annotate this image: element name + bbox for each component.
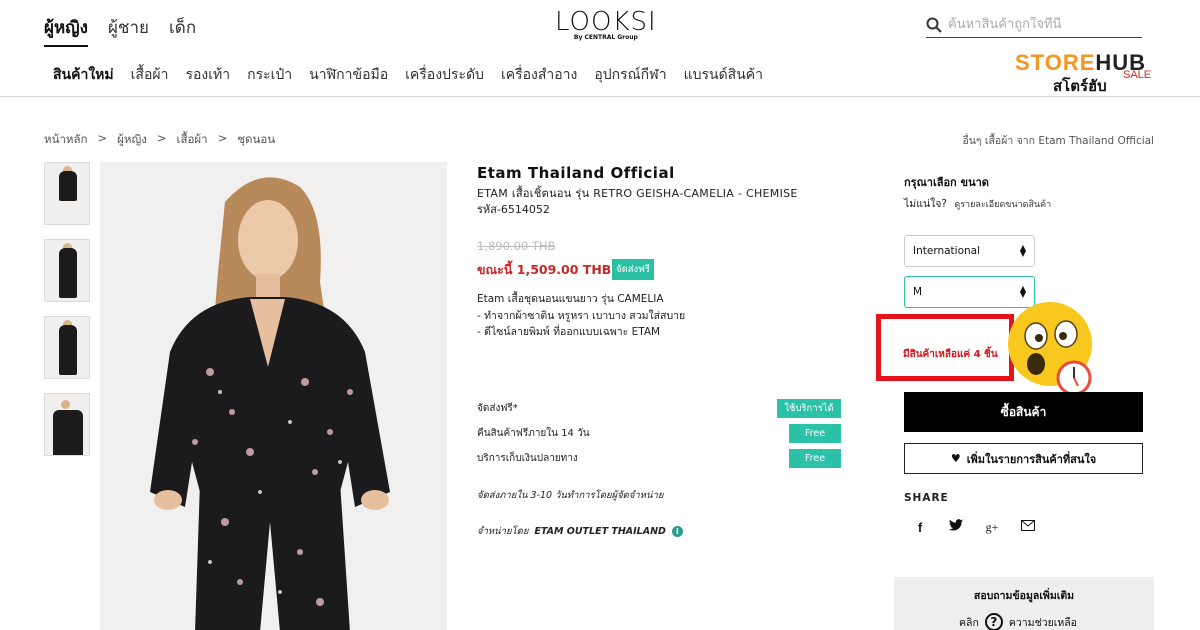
- storehub-sale: SALE: [1123, 69, 1152, 81]
- size-system-value: International: [913, 245, 981, 257]
- select-arrows-icon: ▲ ▼: [1019, 284, 1026, 299]
- product-image[interactable]: [100, 162, 447, 630]
- nav-shoes[interactable]: รองเท้า: [185, 64, 230, 86]
- facebook-icon[interactable]: f: [912, 520, 928, 535]
- search-bar: [926, 12, 1142, 38]
- nav-watches[interactable]: นาฬิกาข้อมือ: [309, 64, 388, 86]
- service-row: บริการเก็บเงินปลายทาง Free: [477, 446, 841, 471]
- tab-women[interactable]: ผู้หญิง: [44, 14, 88, 47]
- header-divider: [0, 96, 1200, 97]
- logo-wordmark: LOOKSI: [555, 7, 657, 37]
- size-help: ไม่แน่ใจ? ดูรายละเอียดขนาดสินค้า: [904, 195, 1051, 212]
- question-icon: ?: [984, 613, 1003, 630]
- select-arrows-icon: ▲ ▼: [1019, 243, 1026, 258]
- email-icon[interactable]: [1020, 519, 1036, 535]
- service-row: คืนสินค้าฟรีภายใน 14 วัน Free: [477, 421, 841, 446]
- nav-new-arrivals[interactable]: สินค้าใหม่: [53, 64, 114, 86]
- nav-cosmetics[interactable]: เครื่องสำอาง: [501, 64, 577, 86]
- nav-bags[interactable]: กระเป๋า: [247, 64, 292, 86]
- breadcrumb-home[interactable]: หน้าหลัก: [44, 131, 88, 149]
- seller-info: จำหน่ายโดย ETAM OUTLET THAILAND i: [477, 524, 683, 539]
- service-label: บริการเก็บเงินปลายทาง: [477, 453, 578, 464]
- site-logo[interactable]: LOOKSI By CENTRAL Group: [555, 8, 657, 41]
- storehub-word-store: STORE: [1015, 50, 1096, 75]
- thumbnail-2[interactable]: [44, 239, 90, 302]
- shocked-emoji-icon: [1008, 302, 1092, 396]
- storehub-logo: STOREHUB SALE สโตร์ฮับ: [1015, 50, 1151, 95]
- tab-men[interactable]: ผู้ชาย: [108, 14, 149, 47]
- google-plus-icon[interactable]: g+: [984, 520, 1000, 535]
- service-tag: ใช้บริการได้: [777, 399, 841, 418]
- gender-tabs: ผู้หญิง ผู้ชาย เด็ก: [44, 14, 196, 47]
- buy-button[interactable]: ซื้อสินค้า: [904, 392, 1143, 432]
- share-label: SHARE: [904, 492, 949, 504]
- wishlist-button[interactable]: ♥ เพิ่มในรายการสินค้าที่สนใจ: [904, 443, 1143, 474]
- service-row: จัดส่งฟรี* ใช้บริการได้: [477, 396, 841, 421]
- help-link[interactable]: ความช่วยเหลือ: [1009, 614, 1077, 630]
- breadcrumb-women[interactable]: ผู้หญิง: [117, 131, 147, 149]
- search-icon[interactable]: [926, 17, 942, 33]
- help-link-row[interactable]: คลิก ? ความช่วยเหลือ: [959, 613, 1077, 630]
- breadcrumb: หน้าหลัก > ผู้หญิง > เสื้อผ้า > ชุดนอน: [44, 131, 275, 149]
- tab-kids[interactable]: เด็ก: [169, 14, 196, 47]
- category-nav: สินค้าใหม่ เสื้อผ้า รองเท้า กระเป๋า นาฬิ…: [53, 64, 763, 86]
- heart-icon: ♥: [950, 452, 961, 465]
- shipping-note: จัดส่งภายใน 3-10 วันทำการโดยผู้จัดจำหน่า…: [477, 490, 664, 501]
- brand-name[interactable]: Etam Thailand Official: [477, 164, 675, 182]
- nav-jewelry[interactable]: เครื่องประดับ: [405, 64, 484, 86]
- size-label: กรุณาเลือก ขนาด: [904, 176, 989, 189]
- breadcrumb-separator: >: [156, 131, 167, 145]
- thumbnail-3[interactable]: [44, 316, 90, 379]
- help-title: สอบถามข้อมูลเพิ่มเติม: [973, 590, 1075, 602]
- thumbnail-4[interactable]: [44, 393, 90, 456]
- model-illustration: [100, 162, 447, 630]
- stock-warning: มีสินค้าเหลือแค่ 4 ชิ้น: [903, 349, 998, 360]
- size-system-select[interactable]: International ▲ ▼: [904, 235, 1035, 267]
- thumbnail-1[interactable]: [44, 162, 90, 225]
- original-price: 1,890.00 THB: [477, 239, 556, 253]
- size-value: M: [913, 286, 923, 298]
- service-tag: Free: [789, 449, 841, 468]
- related-link[interactable]: อื่นๆ เสื้อผ้า จาก Etam Thailand Officia…: [962, 132, 1154, 149]
- free-shipping-badge: จัดส่งฟรี: [612, 259, 655, 280]
- storehub-thai: สโตร์ฮับ: [1053, 77, 1107, 95]
- share-icons: f g+: [912, 519, 1036, 535]
- twitter-icon[interactable]: [948, 519, 964, 535]
- info-icon[interactable]: i: [671, 526, 683, 537]
- description-line: - ดีไซน์ลายพิมพ์ ที่ออกแบบเฉพาะ ETAM: [477, 326, 661, 338]
- service-list: จัดส่งฟรี* ใช้บริการได้ คืนสินค้าฟรีภายใ…: [477, 396, 841, 471]
- breadcrumb-clothing[interactable]: เสื้อผ้า: [177, 131, 208, 149]
- size-guide-link[interactable]: ดูรายละเอียดขนาดสินค้า: [954, 200, 1051, 210]
- nav-brands[interactable]: แบรนด์สินค้า: [684, 64, 763, 86]
- product-sku: รหัส-6514052: [477, 203, 550, 216]
- size-help-question: ไม่แน่ใจ?: [904, 198, 947, 210]
- help-prefix: คลิก: [959, 616, 979, 629]
- thumbnail-list: [44, 162, 90, 456]
- breadcrumb-sleepwear[interactable]: ชุดนอน: [237, 131, 275, 149]
- service-label: คืนสินค้าฟรีภายใน 14 วัน: [477, 428, 590, 439]
- seller-name[interactable]: ETAM OUTLET THAILAND: [534, 526, 666, 537]
- breadcrumb-separator: >: [217, 131, 228, 145]
- search-input[interactable]: [948, 17, 1128, 32]
- seller-prefix: จำหน่ายโดย: [477, 526, 529, 537]
- breadcrumb-separator: >: [97, 131, 108, 145]
- product-description: Etam เสื้อชุดนอนแขนยาว รุ่น CAMELIA - ทำ…: [477, 291, 685, 341]
- description-line: - ทำจากผ้าซาติน หรูหรา เบาบาง สวมใส่สบาย: [477, 309, 686, 322]
- service-tag: Free: [789, 424, 841, 443]
- wishlist-label: เพิ่มในรายการสินค้าที่สนใจ: [966, 452, 1097, 466]
- nav-clothing[interactable]: เสื้อผ้า: [131, 64, 169, 86]
- help-box: สอบถามข้อมูลเพิ่มเติม คลิก ? ความช่วยเหล…: [894, 577, 1154, 630]
- nav-sports[interactable]: อุปกรณ์กีฬา: [594, 64, 666, 86]
- sale-price: ขณะนี้ 1,509.00 THB: [477, 262, 612, 277]
- description-line: Etam เสื้อชุดนอนแขนยาว รุ่น CAMELIA: [477, 293, 664, 305]
- service-label: จัดส่งฟรี*: [477, 403, 518, 414]
